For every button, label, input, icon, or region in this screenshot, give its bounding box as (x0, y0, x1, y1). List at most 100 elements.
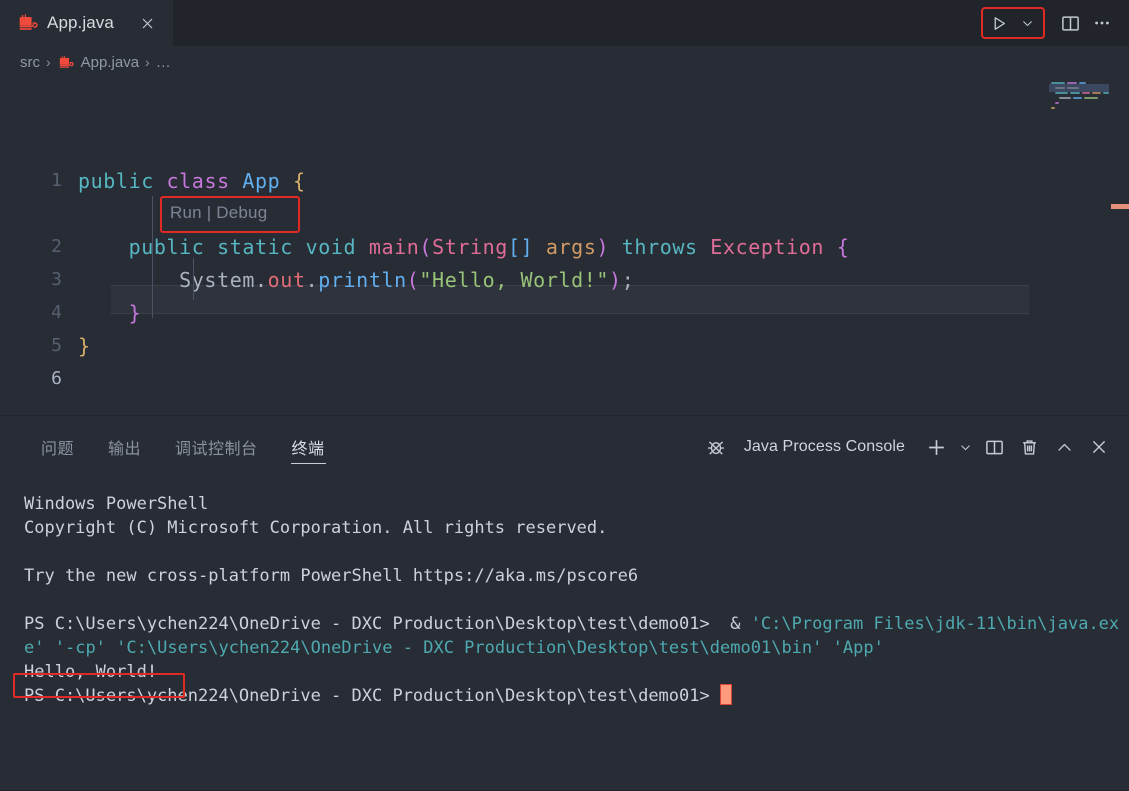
editor-tab-app-java[interactable]: App.java (0, 0, 173, 46)
code-token: . (305, 267, 319, 292)
code-token: out (267, 267, 306, 292)
terminal-text: Hello, World! (24, 662, 158, 682)
overview-ruler-marker (1111, 204, 1129, 209)
code-token: main (368, 234, 420, 259)
terminal-output[interactable]: Windows PowerShell Copyright (C) Microsof… (0, 478, 1129, 791)
terminal-text: Try the new cross-platform PowerShell ht… (24, 566, 639, 586)
panel-tab-list[interactable]: 问题 输出 调试控制台 终端 (24, 424, 342, 470)
code-line[interactable]: 6 (0, 362, 1040, 395)
code-token: Exception (710, 234, 825, 259)
line-number: 5 (51, 335, 62, 356)
trash-icon[interactable] (1013, 431, 1045, 463)
terminal-line: PS C:\Users\ychen224\OneDrive - DXC Prod… (24, 684, 1129, 708)
chevron-up-icon[interactable] (1048, 431, 1080, 463)
terminal-line: Try the new cross-platform PowerShell ht… (24, 564, 1129, 588)
overview-ruler[interactable] (1109, 78, 1129, 415)
split-terminal-icon[interactable] (978, 431, 1010, 463)
chevron-down-icon[interactable] (955, 431, 975, 463)
terminal-line: PS C:\Users\ychen224\OneDrive - DXC Prod… (24, 612, 1129, 660)
minimap[interactable] (1029, 78, 1117, 415)
breadcrumb-separator: › (46, 54, 51, 70)
terminal-text: PS C:\Users\ychen224\OneDrive - DXC Prod… (24, 686, 720, 706)
code-token: { (836, 234, 850, 259)
terminal-text: 'C:\Users\ychen224\OneDrive - DXC Produc… (116, 638, 823, 658)
terminal-text: '-cp' (54, 638, 106, 658)
code-token: ) (596, 234, 610, 259)
java-file-icon (16, 12, 38, 34)
minimap-line (1067, 87, 1079, 89)
line-number: 2 (51, 236, 62, 257)
split-editor-icon[interactable] (1055, 8, 1085, 38)
editor-actions (981, 0, 1129, 46)
code-line[interactable]: 2 public static void main(String[] args)… (0, 230, 1040, 263)
minimap-line (1055, 102, 1059, 104)
breadcrumb-separator: › (145, 54, 150, 70)
code-token: println (318, 267, 407, 292)
terminal-name[interactable]: Java Process Console (744, 438, 905, 456)
run-button-group[interactable] (981, 7, 1045, 39)
code-text: System.out.println("Hello, World!"); (78, 268, 634, 292)
vscode-window: App.java src › App.java › … 1 public cla… (0, 0, 1129, 790)
chevron-down-icon[interactable] (1013, 10, 1041, 36)
java-file-icon (57, 54, 74, 71)
panel-actions: Java Process Console (700, 431, 1115, 463)
code-token: String (432, 234, 508, 259)
line-number: 3 (51, 269, 62, 290)
minimap-line (1067, 82, 1077, 84)
panel-tab-item[interactable]: 调试控制台 (158, 424, 275, 470)
code-line[interactable]: 1 public class App { (0, 164, 1040, 197)
minimap-line (1092, 92, 1101, 94)
code-line[interactable]: 4 } (0, 296, 1040, 329)
annotation-box-codelens (160, 196, 300, 233)
panel-tab-item[interactable]: 输出 (91, 424, 158, 470)
breadcrumb-label: App.java (80, 53, 140, 71)
terminal-text: Windows PowerShell (24, 494, 209, 514)
code-line[interactable]: 5} (0, 329, 1040, 362)
line-number: 4 (51, 302, 62, 323)
code-line[interactable]: 3 System.out.println("Hello, World!"); (0, 263, 1040, 296)
plus-icon[interactable] (920, 431, 952, 463)
code-token: "Hello, World!" (419, 267, 610, 292)
code-editor[interactable]: 1 public class App {2 public static void … (0, 78, 1129, 415)
panel-tab-item[interactable]: 问题 (24, 424, 91, 470)
debug-console-icon (700, 431, 732, 463)
code-token: public (78, 168, 154, 193)
code-token: static (217, 234, 293, 259)
terminal-text: Copyright (C) Microsoft Corporation. All… (24, 518, 608, 538)
terminal-text: PS C:\Users\ychen224\OneDrive - DXC Prod… (24, 614, 751, 634)
indent-guide (152, 196, 153, 318)
code-token: ; (621, 267, 635, 292)
code-token: public (128, 234, 205, 259)
code-token: } (78, 333, 91, 358)
minimap-line (1079, 82, 1086, 84)
code-lines[interactable]: 1 public class App {2 public static void … (0, 78, 1040, 415)
line-number: 1 (51, 170, 62, 191)
panel-header: 问题 输出 调试控制台 终端 Java Process Console (0, 416, 1129, 478)
close-icon[interactable] (137, 12, 159, 34)
breadcrumb-item-symbols[interactable]: … (156, 54, 171, 71)
breadcrumb-item-src[interactable]: src (20, 54, 40, 71)
minimap-line (1051, 107, 1055, 109)
panel-tab-terminal[interactable]: 终端 (275, 424, 342, 470)
more-actions-icon[interactable] (1087, 8, 1117, 38)
line-number: 6 (51, 368, 62, 389)
code-token: ( (419, 234, 433, 259)
breadcrumb: src › App.java › … (0, 46, 1129, 78)
breadcrumb-item-app-java[interactable]: App.java (57, 54, 139, 71)
close-icon[interactable] (1083, 431, 1115, 463)
run-play-icon[interactable] (985, 10, 1013, 36)
code-text: } (78, 334, 91, 358)
